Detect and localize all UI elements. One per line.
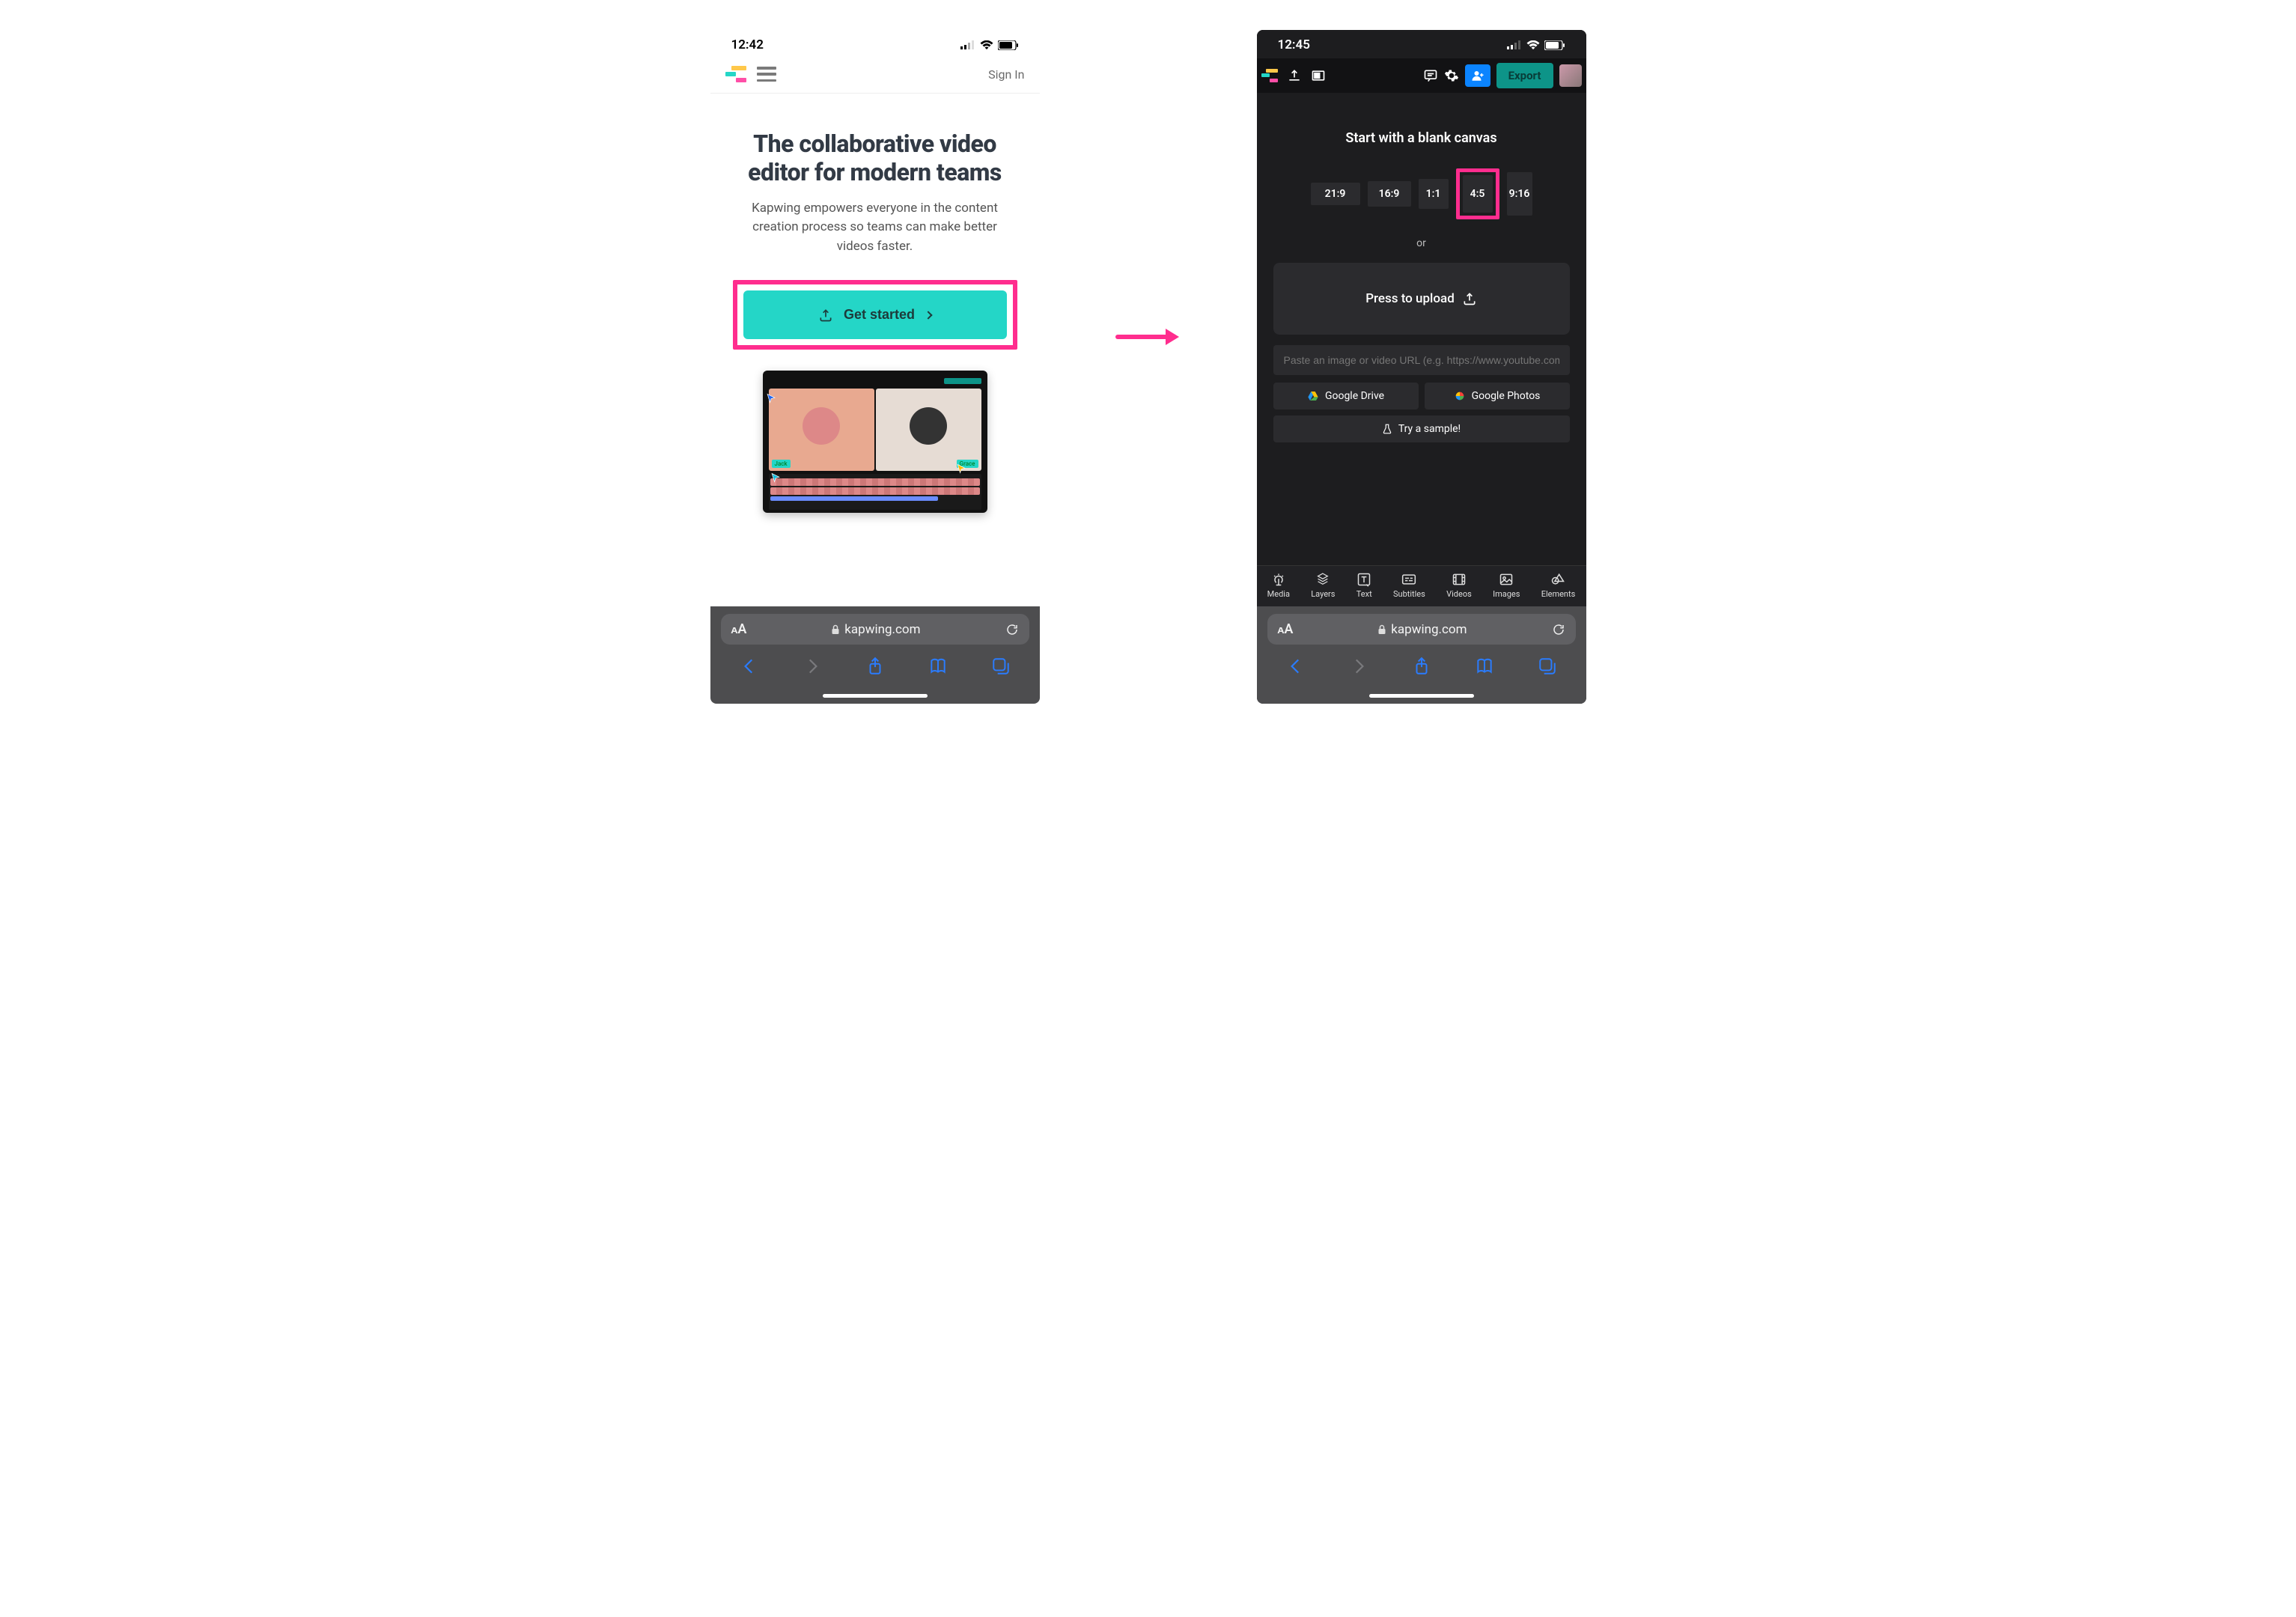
share-icon[interactable] bbox=[1412, 657, 1431, 676]
google-photos-button[interactable]: Google Photos bbox=[1425, 383, 1570, 409]
editor-toolbar: Export bbox=[1257, 58, 1586, 93]
add-user-button[interactable] bbox=[1465, 64, 1490, 87]
try-sample-button[interactable]: Try a sample! bbox=[1273, 415, 1570, 442]
forward-icon bbox=[1349, 657, 1368, 676]
upload-icon bbox=[818, 308, 833, 323]
tab-text[interactable]: Text bbox=[1356, 572, 1372, 599]
tab-images[interactable]: Images bbox=[1493, 572, 1520, 599]
chevron-right-icon bbox=[924, 311, 932, 319]
ratio-21-9[interactable]: 21:9 bbox=[1311, 183, 1360, 205]
google-drive-button[interactable]: Google Drive bbox=[1273, 383, 1419, 409]
kapwing-logo[interactable] bbox=[725, 66, 746, 82]
sign-in-link[interactable]: Sign In bbox=[988, 67, 1024, 82]
upload-icon[interactable] bbox=[1287, 68, 1302, 83]
refresh-icon[interactable] bbox=[1005, 623, 1019, 636]
ratio-1-1[interactable]: 1:1 bbox=[1419, 179, 1449, 209]
url-input[interactable] bbox=[1273, 345, 1570, 375]
export-button[interactable]: Export bbox=[1496, 63, 1553, 88]
status-time: 12:45 bbox=[1278, 37, 1310, 52]
home-indicator[interactable] bbox=[1369, 694, 1474, 698]
status-bar: 12:42 bbox=[710, 30, 1040, 58]
lock-icon bbox=[831, 624, 840, 635]
hero-title: The collaborative video editor for moder… bbox=[733, 130, 1017, 187]
back-icon[interactable] bbox=[740, 657, 759, 676]
status-time: 12:42 bbox=[731, 37, 764, 52]
tab-videos[interactable]: Videos bbox=[1446, 572, 1472, 599]
text-size-icon[interactable]: ᴀA bbox=[1278, 621, 1294, 637]
ratio-9-16[interactable]: 9:16 bbox=[1507, 172, 1532, 216]
ratio-16-9[interactable]: 16:9 bbox=[1368, 181, 1411, 207]
domain-text: kapwing.com bbox=[1391, 622, 1467, 637]
canvas-icon[interactable] bbox=[1311, 68, 1326, 83]
hero-subtitle: Kapwing empowers everyone in the content… bbox=[733, 199, 1017, 257]
landing-header: Sign In bbox=[710, 58, 1040, 94]
tab-layers[interactable]: Layers bbox=[1311, 572, 1335, 599]
domain-text: kapwing.com bbox=[844, 622, 920, 637]
editor-bottom-tabs: Media Layers Text Subtitles Videos Image… bbox=[1257, 565, 1586, 606]
user-avatar[interactable] bbox=[1559, 64, 1582, 87]
gear-icon[interactable] bbox=[1444, 68, 1459, 83]
share-icon[interactable] bbox=[865, 657, 885, 676]
forward-icon bbox=[803, 657, 822, 676]
ratio-highlight: 4:5 bbox=[1456, 168, 1499, 219]
status-icons bbox=[1507, 40, 1565, 50]
upload-icon bbox=[1462, 291, 1477, 306]
ratio-4-5[interactable]: 4:5 bbox=[1463, 175, 1493, 213]
status-icons bbox=[960, 40, 1019, 50]
address-bar[interactable]: ᴀA kapwing.com bbox=[721, 614, 1029, 645]
bookmarks-icon[interactable] bbox=[928, 657, 948, 676]
canvas-title: Start with a blank canvas bbox=[1345, 130, 1496, 146]
safari-chrome: ᴀA kapwing.com bbox=[1257, 606, 1586, 704]
cta-highlight: Get started bbox=[733, 280, 1017, 350]
back-icon[interactable] bbox=[1286, 657, 1306, 676]
address-bar[interactable]: ᴀA kapwing.com bbox=[1267, 614, 1576, 645]
tab-elements[interactable]: Elements bbox=[1541, 572, 1576, 599]
tabs-icon[interactable] bbox=[991, 657, 1011, 676]
hamburger-menu-icon[interactable] bbox=[757, 67, 776, 82]
comment-icon[interactable] bbox=[1423, 68, 1438, 83]
lock-icon bbox=[1377, 624, 1386, 635]
tab-media[interactable]: Media bbox=[1267, 572, 1290, 599]
get-started-button[interactable]: Get started bbox=[743, 290, 1007, 339]
cta-label: Get started bbox=[844, 307, 915, 323]
tab-subtitles[interactable]: Subtitles bbox=[1393, 572, 1425, 599]
text-size-icon[interactable]: ᴀA bbox=[731, 621, 747, 637]
tabs-icon[interactable] bbox=[1538, 657, 1557, 676]
aspect-ratio-row: 21:9 16:9 1:1 4:5 9:16 bbox=[1311, 168, 1532, 219]
home-indicator[interactable] bbox=[823, 694, 928, 698]
bookmarks-icon[interactable] bbox=[1475, 657, 1494, 676]
kapwing-logo[interactable] bbox=[1261, 69, 1278, 82]
refresh-icon[interactable] bbox=[1552, 623, 1565, 636]
safari-chrome: ᴀA kapwing.com bbox=[710, 606, 1040, 704]
status-bar: 12:45 bbox=[1257, 30, 1586, 58]
flask-icon bbox=[1382, 423, 1392, 435]
editor-preview-image: Jack Grace bbox=[763, 371, 987, 513]
upload-label: Press to upload bbox=[1365, 291, 1455, 306]
or-separator: or bbox=[1416, 237, 1426, 249]
transition-arrow bbox=[1115, 326, 1182, 348]
upload-area[interactable]: Press to upload bbox=[1273, 263, 1570, 335]
